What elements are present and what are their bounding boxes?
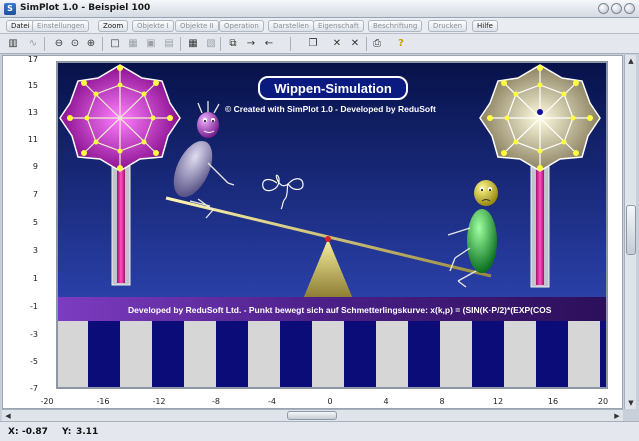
y-tick: -5 bbox=[30, 357, 38, 366]
minimize-button[interactable] bbox=[598, 3, 609, 14]
x-tick: 20 bbox=[597, 397, 609, 406]
menu-eigenschaft[interactable]: Eigenschaft bbox=[313, 20, 364, 32]
status-y-value: 3.11 bbox=[76, 427, 99, 437]
x-tick: 0 bbox=[327, 397, 333, 406]
app-icon: S bbox=[4, 3, 16, 15]
vertical-scroll-thumb[interactable] bbox=[626, 205, 636, 255]
y-tick: 13 bbox=[27, 108, 38, 117]
status-x-label: X: bbox=[8, 427, 19, 437]
y-tick: 1 bbox=[32, 274, 38, 283]
scene-copyright: © Created with SimPlot 1.0 - Developed b… bbox=[225, 104, 436, 114]
chart-icon[interactable]: ▧ bbox=[204, 37, 218, 51]
graph-icon[interactable]: ∿ bbox=[26, 37, 40, 51]
toolbar: ▥ ∿ ⊖ ⊙ ⊕ □ ▦ ▣ ▤ ▦ ▧ ⧉ → ← ❐ ✕ ✕ ⎙ ? bbox=[0, 34, 639, 54]
delete-icon[interactable]: ✕ bbox=[330, 37, 344, 51]
toolbar-separator bbox=[366, 37, 367, 51]
y-tick: 15 bbox=[27, 81, 38, 90]
horizontal-scroll-thumb[interactable] bbox=[287, 411, 337, 420]
snap-icon[interactable]: ▣ bbox=[144, 37, 158, 51]
y-tick: -3 bbox=[30, 330, 38, 339]
y-tick: -7 bbox=[30, 384, 38, 393]
seesaw-pivot bbox=[325, 236, 331, 242]
help-icon[interactable]: ? bbox=[394, 37, 408, 51]
menu-bar: Datei Einstellungen Zoom Objekte I Objek… bbox=[0, 18, 639, 34]
y-tick: -1 bbox=[30, 302, 38, 311]
y-tick: 3 bbox=[32, 246, 38, 255]
scene-title: Wippen-Simulation bbox=[274, 81, 392, 96]
zoom-fit-icon[interactable]: ⊙ bbox=[68, 37, 82, 51]
menu-operation[interactable]: Operation bbox=[219, 20, 264, 32]
arrow-right-icon[interactable]: → bbox=[244, 37, 258, 51]
floor-stripes bbox=[58, 321, 606, 387]
scroll-down-icon[interactable]: ▼ bbox=[625, 397, 637, 409]
menu-objekte-2[interactable]: Objekte II bbox=[175, 20, 219, 32]
x-tick: 4 bbox=[383, 397, 389, 406]
clipboard-icon[interactable]: ❐ bbox=[306, 37, 320, 51]
zoom-out-icon[interactable]: ⊖ bbox=[52, 37, 66, 51]
scene-svg: Wippen-Simulation © Created with SimPlot… bbox=[58, 63, 606, 387]
x-tick: -20 bbox=[40, 397, 54, 406]
print-icon[interactable]: ⎙ bbox=[370, 37, 384, 51]
menu-beschriftung[interactable]: Beschriftung bbox=[368, 20, 423, 32]
x-tick: 8 bbox=[439, 397, 445, 406]
x-tick: 16 bbox=[547, 397, 559, 406]
maximize-button[interactable] bbox=[611, 3, 622, 14]
title-bar: S SimPlot 1.0 - Beispiel 100 bbox=[0, 0, 639, 18]
vertical-scrollbar[interactable]: ▲ ▼ bbox=[624, 55, 636, 409]
x-tick: -12 bbox=[152, 397, 166, 406]
toolbar-separator bbox=[102, 37, 103, 51]
table-icon[interactable]: ▦ bbox=[186, 37, 200, 51]
status-y-label: Y: bbox=[62, 427, 72, 437]
toolbar-separator bbox=[290, 37, 291, 51]
toolbar-separator bbox=[180, 37, 181, 51]
points-icon[interactable]: ▤ bbox=[162, 37, 176, 51]
y-tick: 7 bbox=[32, 190, 38, 199]
menu-einstellungen[interactable]: Einstellungen bbox=[32, 20, 90, 32]
toolbar-separator bbox=[44, 37, 45, 51]
status-x-value: -0.87 bbox=[22, 427, 48, 437]
menu-drucken[interactable]: Drucken bbox=[428, 20, 468, 32]
cross-icon[interactable]: ✕ bbox=[348, 37, 362, 51]
y-tick: 9 bbox=[32, 162, 38, 171]
menu-hilfe[interactable]: Hilfe bbox=[472, 20, 498, 32]
calculator-icon[interactable]: ▥ bbox=[6, 37, 20, 51]
seesaw-scene: Wippen-Simulation © Created with SimPlot… bbox=[56, 61, 608, 389]
y-tick: 17 bbox=[27, 55, 38, 64]
grid-icon[interactable]: ▦ bbox=[126, 37, 140, 51]
x-tick: -8 bbox=[212, 397, 220, 406]
horizontal-scrollbar[interactable]: ◀ ▶ bbox=[2, 409, 623, 421]
close-button[interactable] bbox=[624, 3, 635, 14]
x-tick: -4 bbox=[268, 397, 276, 406]
menu-objekte-1[interactable]: Objekte I bbox=[132, 20, 174, 32]
status-bar: X: -0.87 Y: 3.11 bbox=[0, 421, 639, 441]
window-title: SimPlot 1.0 - Beispiel 100 bbox=[20, 3, 151, 13]
zoom-in-icon[interactable]: ⊕ bbox=[84, 37, 98, 51]
menu-darstellen[interactable]: Darstellen bbox=[268, 20, 314, 32]
x-tick: 12 bbox=[492, 397, 504, 406]
arrow-left-icon[interactable]: ← bbox=[262, 37, 276, 51]
menu-zoom[interactable]: Zoom bbox=[98, 20, 129, 32]
menu-datei[interactable]: Datei bbox=[6, 20, 35, 32]
y-tick: 5 bbox=[32, 218, 38, 227]
ticker-text: Developed by ReduSoft Ltd. - Punkt beweg… bbox=[128, 305, 552, 315]
copy-icon[interactable]: ⧉ bbox=[226, 37, 240, 51]
scroll-up-icon[interactable]: ▲ bbox=[625, 55, 637, 67]
toolbar-separator bbox=[220, 37, 221, 51]
square-icon[interactable]: □ bbox=[108, 37, 122, 51]
y-tick: 11 bbox=[27, 135, 38, 144]
x-tick: -16 bbox=[96, 397, 110, 406]
